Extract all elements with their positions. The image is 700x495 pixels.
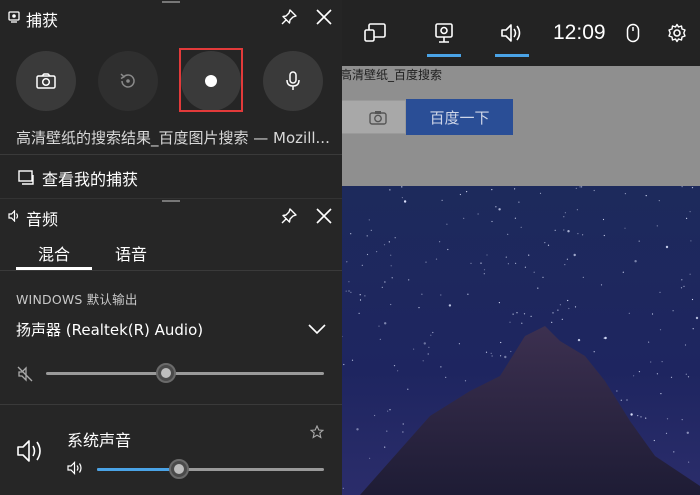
speaker-title-icon bbox=[8, 210, 19, 222]
chevron-down-icon bbox=[308, 324, 326, 335]
audio-panel: 音频 混合 语音 WINDOWS 默认输出 扬声器 (Realtek(R) Au… bbox=[0, 198, 342, 495]
app-volume-row: 系统声音 bbox=[0, 405, 342, 495]
capture-panel: 捕获 高清壁纸的搜索结果_百度图片搜索 — Mozill... 查看我的捕获 bbox=[0, 0, 342, 198]
baidu-search-button[interactable]: 百度一下 bbox=[406, 99, 513, 135]
record-button-highlight bbox=[179, 48, 243, 112]
mute-speaker-icon[interactable] bbox=[16, 365, 34, 383]
app-volume-icon[interactable] bbox=[67, 461, 83, 475]
screenshot-button[interactable] bbox=[16, 51, 76, 111]
pin-icon[interactable] bbox=[280, 8, 298, 26]
microphone-icon bbox=[286, 71, 300, 90]
audio-icon bbox=[501, 24, 521, 42]
app-volume-thumb[interactable] bbox=[169, 459, 189, 479]
capture-widget-button[interactable] bbox=[424, 0, 464, 66]
capture-panel-title: 捕获 bbox=[26, 11, 59, 30]
mouse-icon bbox=[626, 23, 640, 43]
camera-search-icon[interactable] bbox=[369, 110, 387, 126]
record-last-icon bbox=[120, 73, 135, 88]
show-all-captures-label: 查看我的捕获 bbox=[42, 170, 139, 189]
close-icon[interactable] bbox=[315, 207, 333, 225]
app-volume-slider[interactable] bbox=[97, 459, 324, 479]
microphone-button[interactable] bbox=[263, 51, 323, 111]
output-section-label: WINDOWS 默认输出 bbox=[16, 292, 138, 307]
record-last-30s-button[interactable] bbox=[98, 51, 158, 111]
game-bar-top: 12:09 bbox=[342, 0, 700, 66]
show-all-captures-link[interactable]: 查看我的捕获 bbox=[0, 154, 342, 198]
divider bbox=[0, 270, 342, 271]
camera-icon bbox=[36, 73, 56, 89]
audio-panel-header[interactable]: 音频 bbox=[0, 199, 342, 233]
app-name: 系统声音 bbox=[67, 431, 132, 450]
capture-window-title: 高清壁纸的搜索结果_百度图片搜索 — Mozill... bbox=[16, 129, 330, 147]
settings-button[interactable] bbox=[664, 0, 690, 66]
tab-voice[interactable]: 语音 bbox=[115, 241, 147, 265]
close-icon[interactable] bbox=[315, 8, 333, 26]
tab-mix[interactable]: 混合 bbox=[38, 241, 70, 265]
master-volume-thumb[interactable] bbox=[156, 363, 176, 383]
widget-menu-button[interactable] bbox=[356, 0, 396, 66]
pin-icon[interactable] bbox=[280, 207, 298, 225]
clock: 12:09 bbox=[553, 21, 606, 44]
capture-panel-header[interactable]: 捕获 bbox=[0, 0, 342, 34]
output-device-name: 扬声器 (Realtek(R) Audio) bbox=[16, 321, 204, 339]
audio-widget-button[interactable] bbox=[492, 0, 532, 66]
browser-search-box[interactable] bbox=[340, 100, 406, 134]
settings-icon bbox=[668, 23, 686, 43]
app-volume-fill bbox=[97, 468, 179, 471]
master-volume-slider[interactable] bbox=[46, 363, 324, 383]
favorite-star-icon[interactable] bbox=[310, 425, 324, 439]
browser-tab-title[interactable]: 高清壁纸_百度搜索 bbox=[340, 66, 442, 83]
widget-menu-icon bbox=[364, 23, 386, 42]
mouse-button[interactable] bbox=[620, 0, 646, 66]
audio-panel-title: 音频 bbox=[26, 210, 59, 229]
output-device-dropdown[interactable]: 扬声器 (Realtek(R) Audio) bbox=[16, 319, 328, 343]
capture-icon bbox=[435, 23, 453, 43]
gallery-icon bbox=[18, 170, 34, 185]
system-sounds-icon bbox=[17, 440, 41, 462]
capture-title-icon bbox=[8, 11, 20, 23]
